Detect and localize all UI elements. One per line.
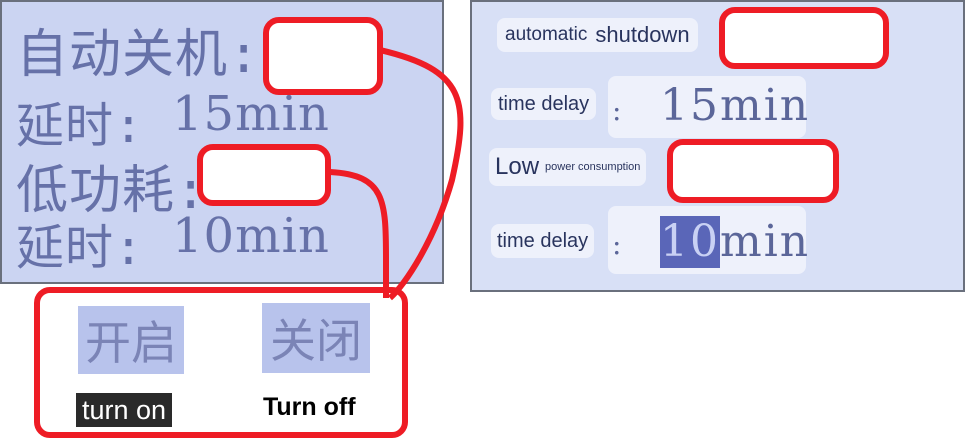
auto-shutdown-value-box-en bbox=[719, 7, 889, 69]
connector-line-top bbox=[379, 47, 464, 301]
turn-on-caption: turn on bbox=[76, 393, 173, 427]
turn-off-option-tile: 关闭 bbox=[262, 303, 370, 373]
low-power-value-box-cn bbox=[197, 144, 331, 206]
turn-on-option-tile: 开启 bbox=[78, 306, 184, 374]
auto-shutdown-value-box-cn bbox=[263, 17, 383, 95]
connector-line-middle bbox=[329, 169, 389, 298]
turn-off-caption: Turn off bbox=[263, 393, 356, 421]
low-power-value-box-en bbox=[667, 139, 839, 203]
